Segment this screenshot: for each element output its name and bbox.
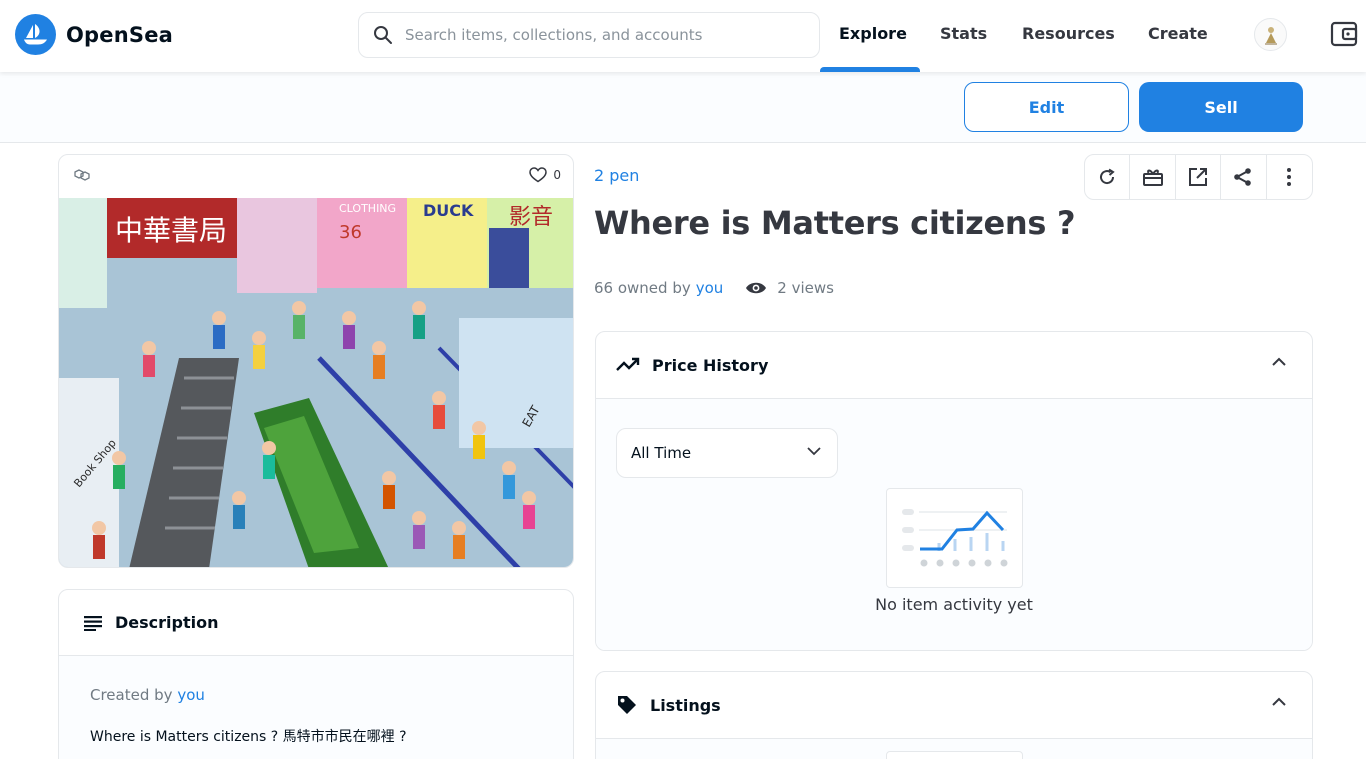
share-icon — [1234, 168, 1252, 186]
description-title: Description — [115, 613, 219, 632]
sign-clothing: CLOTHING — [339, 202, 396, 215]
nav-create[interactable]: Create — [1148, 24, 1208, 43]
description-header[interactable]: Description — [59, 590, 573, 656]
listings-header[interactable]: Listings — [596, 672, 1312, 738]
description-card: Description Created by you Where is Matt… — [58, 589, 574, 759]
chevron-down-icon — [807, 447, 821, 456]
share-button[interactable] — [1221, 155, 1267, 199]
item-toolbar — [1084, 154, 1313, 200]
owner-link[interactable]: you — [696, 279, 724, 297]
listings-body — [596, 738, 1312, 759]
empty-activity-message: No item activity yet — [875, 595, 1033, 614]
open-external-button[interactable] — [1176, 155, 1222, 199]
search-input[interactable] — [405, 26, 795, 44]
search-icon — [374, 26, 392, 44]
chart-placeholder-icon — [902, 509, 1008, 567]
search-bar[interactable] — [358, 12, 820, 58]
price-history-body: All Time No item activity yet — [596, 398, 1312, 650]
more-vertical-icon — [1287, 168, 1292, 186]
lines-icon — [84, 615, 102, 631]
favorites-count: 0 — [553, 168, 561, 182]
price-history-title: Price History — [652, 355, 769, 375]
item-title: Where is Matters citizens ? — [594, 204, 1076, 242]
views-label: 2 views — [777, 279, 834, 297]
nav-stats[interactable]: Stats — [940, 24, 987, 43]
sell-button[interactable]: Sell — [1139, 82, 1303, 132]
top-nav: OpenSea Explore Stats Resources Create — [0, 0, 1366, 72]
edit-button[interactable]: Edit — [964, 82, 1129, 132]
time-range-select[interactable]: All Time — [616, 428, 838, 478]
description-body: Created by you Where is Matters citizens… — [59, 656, 573, 759]
gift-icon — [1142, 169, 1163, 186]
sign-duck: DUCK — [423, 201, 474, 220]
created-by-label: Created by — [90, 686, 173, 704]
nav-resources[interactable]: Resources — [1022, 24, 1115, 43]
time-range-value: All Time — [631, 444, 692, 462]
listings-panel: Listings — [595, 671, 1313, 759]
transfer-button[interactable] — [1130, 155, 1176, 199]
active-tab-indicator — [820, 67, 920, 72]
sailboat-icon — [15, 14, 56, 55]
polygon-chain-icon — [74, 169, 90, 181]
wallet-icon[interactable] — [1330, 20, 1358, 52]
chevron-up-icon[interactable] — [1272, 697, 1286, 706]
description-text: Where is Matters citizens ? 馬特市市民在哪裡 ? — [90, 729, 407, 745]
price-history-header[interactable]: Price History — [596, 332, 1312, 398]
refresh-button[interactable] — [1085, 155, 1131, 199]
views-count: 2 views — [745, 279, 834, 297]
external-link-icon — [1189, 168, 1208, 186]
sign-music: 影音 — [509, 205, 553, 230]
tag-icon — [618, 696, 636, 714]
profile-avatar[interactable] — [1254, 18, 1287, 51]
sign-bookstore: 中華書局 — [115, 214, 227, 247]
price-history-panel: Price History All Time No item activity … — [595, 331, 1313, 651]
artwork-image[interactable]: 中華書局 CLOTHING DUCK 影音 36 EAT Book Shop — [59, 198, 574, 568]
chevron-up-icon[interactable] — [1272, 357, 1286, 366]
brand-name: OpenSea — [66, 22, 174, 47]
listings-title: Listings — [650, 695, 721, 715]
favorite-button[interactable]: 0 — [529, 167, 561, 183]
trending-icon — [616, 357, 640, 371]
refresh-icon — [1100, 168, 1115, 185]
media-header: 0 — [59, 155, 573, 198]
heart-icon — [529, 167, 548, 183]
owned-count: 66 owned by — [594, 279, 691, 297]
collection-link[interactable]: 2 pen — [594, 166, 639, 185]
opensea-logo[interactable]: OpenSea — [15, 14, 173, 55]
nav-explore[interactable]: Explore — [839, 24, 907, 43]
empty-chart-illustration — [886, 488, 1023, 588]
empty-listings-illustration — [886, 751, 1023, 759]
owner-action-bar: Edit Sell — [0, 72, 1366, 143]
created-by: Created by you — [90, 686, 542, 704]
item-media-card: 0 中華書局 CLOTHING DUCK 影音 36 EAT Book Shop — [58, 154, 574, 568]
avatar-icon — [1264, 26, 1277, 44]
item-meta: 66 owned by you 2 views — [594, 279, 834, 297]
sign-36: 36 — [339, 222, 362, 243]
eye-icon — [746, 282, 767, 294]
creator-link[interactable]: you — [177, 686, 205, 704]
more-options-button[interactable] — [1267, 155, 1312, 199]
